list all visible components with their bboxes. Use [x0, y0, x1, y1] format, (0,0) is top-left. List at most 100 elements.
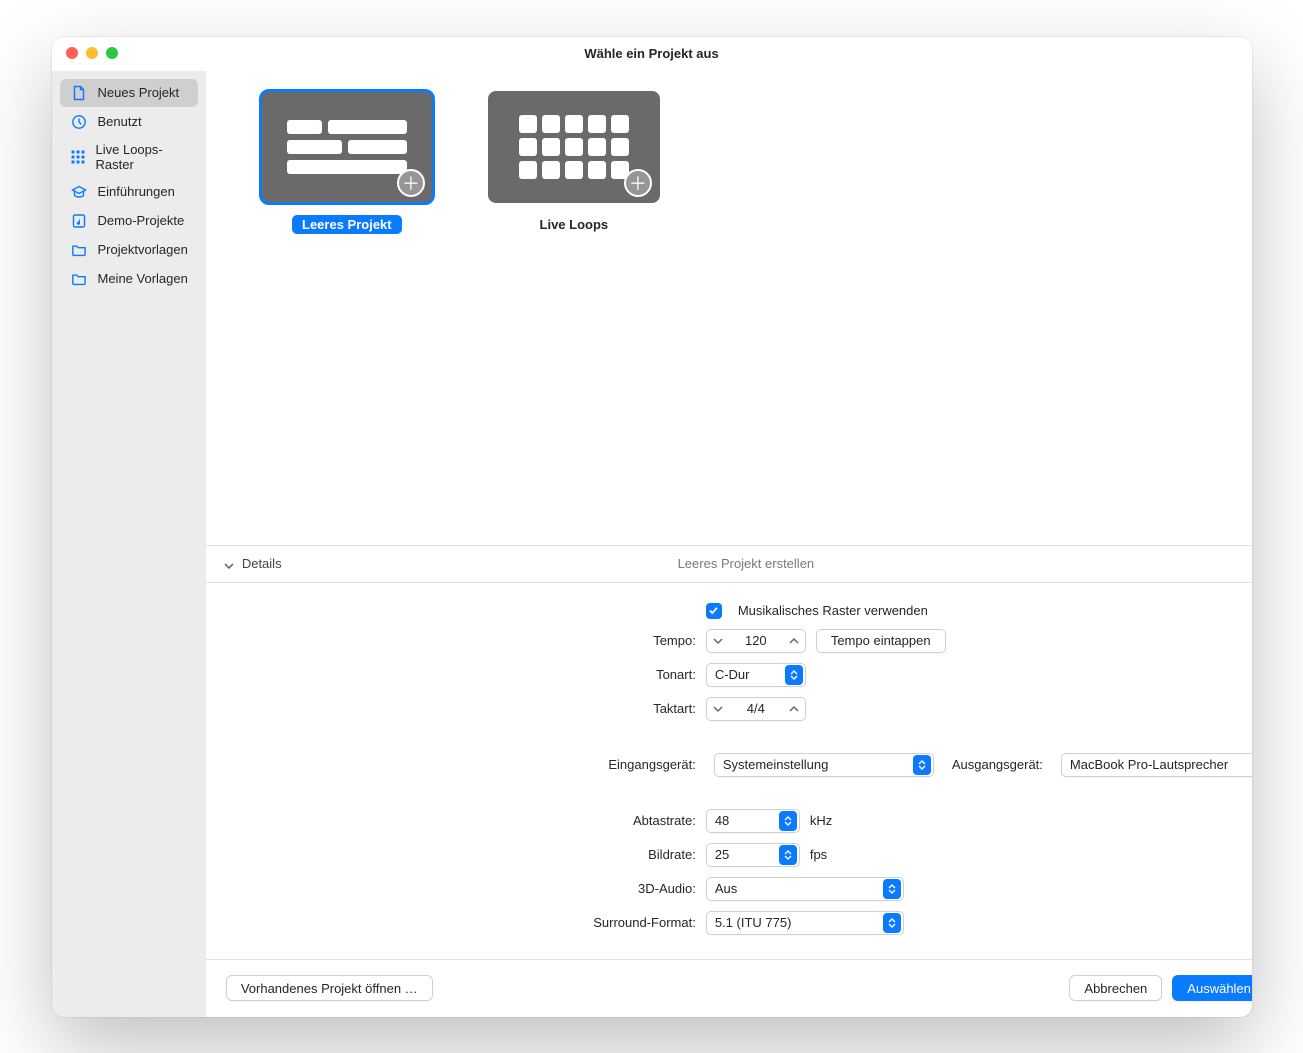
chevron-up-icon[interactable] — [783, 630, 805, 652]
use-grid-label: Musikalisches Raster verwenden — [738, 603, 928, 618]
key-select[interactable]: C-Dur — [706, 663, 806, 687]
row-io-devices: Eingangsgerät: Systemeinstellung Ausgang… — [206, 753, 1252, 777]
input-device-label: Eingangsgerät: — [206, 757, 696, 772]
sidebar-item-label: Meine Vorlagen — [98, 271, 188, 286]
output-device-select[interactable]: MacBook Pro-Lautsprecher — [1061, 753, 1252, 777]
open-existing-button[interactable]: Vorhandenes Projekt öffnen … — [226, 975, 433, 1001]
sidebar: Neues Projekt Benutzt Live Loops-Raster … — [52, 71, 206, 1017]
sidebar-item-new-project[interactable]: Neues Projekt — [60, 79, 198, 107]
sample-rate-label: Abtastrate: — [206, 813, 696, 828]
cancel-label: Abbrechen — [1084, 981, 1147, 996]
sidebar-item-label: Benutzt — [98, 114, 142, 129]
sample-rate-unit: kHz — [810, 813, 832, 828]
sidebar-item-recent[interactable]: Benutzt — [60, 108, 198, 136]
grid-icon — [70, 148, 86, 166]
open-existing-label: Vorhandenes Projekt öffnen … — [241, 981, 418, 996]
template-gallery: ＋ Leeres Projekt ＋ Live Loops — [206, 71, 1252, 545]
frame-rate-select[interactable]: 25 — [706, 843, 800, 867]
sidebar-item-label: Einführungen — [98, 184, 175, 199]
window-body: Neues Projekt Benutzt Live Loops-Raster … — [52, 71, 1252, 1017]
project-chooser-window: Wähle ein Projekt aus Neues Projekt Benu… — [52, 37, 1252, 1017]
audio3d-label: 3D-Audio: — [206, 881, 696, 896]
surround-select[interactable]: 5.1 (ITU 775) — [706, 911, 904, 935]
surround-label: Surround-Format: — [206, 915, 696, 930]
chevron-up-icon[interactable] — [783, 698, 805, 720]
sidebar-item-label: Demo-Projekte — [98, 213, 185, 228]
select-arrows-icon — [779, 811, 797, 831]
sidebar-item-label: Live Loops-Raster — [96, 142, 188, 172]
use-grid-checkbox[interactable] — [706, 603, 722, 619]
choose-label: Auswählen — [1187, 981, 1251, 996]
choose-button[interactable]: Auswählen — [1172, 975, 1251, 1001]
sidebar-item-tutorials[interactable]: Einführungen — [60, 178, 198, 206]
minimize-icon[interactable] — [86, 47, 98, 59]
details-form: Musikalisches Raster verwenden Tempo: 12… — [206, 583, 1252, 959]
titlebar: Wähle ein Projekt aus — [52, 37, 1252, 71]
sidebar-item-project-templates[interactable]: Projektvorlagen — [60, 236, 198, 264]
window-title: Wähle ein Projekt aus — [584, 46, 718, 61]
frame-rate-value: 25 — [715, 847, 779, 862]
time-sig-label: Taktart: — [206, 701, 696, 716]
sidebar-item-my-templates[interactable]: Meine Vorlagen — [60, 265, 198, 293]
footer: Vorhandenes Projekt öffnen … Abbrechen A… — [206, 959, 1252, 1017]
key-value: C-Dur — [715, 667, 785, 682]
sidebar-item-live-loops-grid[interactable]: Live Loops-Raster — [60, 137, 198, 177]
close-icon[interactable] — [66, 47, 78, 59]
sample-rate-select[interactable]: 48 — [706, 809, 800, 833]
output-device-label: Ausgangsgerät: — [952, 757, 1043, 772]
input-device-value: Systemeinstellung — [723, 757, 913, 772]
row-time-signature: Taktart: 4/4 — [206, 697, 1252, 721]
tap-tempo-label: Tempo eintappen — [831, 633, 931, 648]
audio3d-value: Aus — [715, 881, 883, 896]
sidebar-item-label: Projektvorlagen — [98, 242, 188, 257]
sidebar-item-label: Neues Projekt — [98, 85, 180, 100]
frame-rate-unit: fps — [810, 847, 827, 862]
select-arrows-icon — [785, 665, 803, 685]
template-empty-project[interactable]: ＋ Leeres Projekt — [261, 91, 433, 234]
row-use-musical-grid: Musikalisches Raster verwenden — [206, 603, 1252, 619]
folder-icon — [70, 241, 88, 259]
tempo-label: Tempo: — [206, 633, 696, 648]
select-arrows-icon — [883, 913, 901, 933]
template-thumbnail: ＋ — [261, 91, 433, 203]
maximize-icon[interactable] — [106, 47, 118, 59]
clock-icon — [70, 113, 88, 131]
audio3d-select[interactable]: Aus — [706, 877, 904, 901]
template-thumbnail: ＋ — [488, 91, 660, 203]
details-toggle[interactable]: Details — [224, 556, 282, 571]
chevron-down-icon — [224, 559, 234, 569]
details-bar: Details Leeres Projekt erstellen — [206, 545, 1252, 583]
folder-icon — [70, 270, 88, 288]
row-sample-rate: Abtastrate: 48 kHz — [206, 809, 1252, 833]
cancel-button[interactable]: Abbrechen — [1069, 975, 1162, 1001]
plus-icon: ＋ — [624, 169, 652, 197]
tempo-stepper[interactable]: 120 — [706, 629, 806, 653]
select-arrows-icon — [779, 845, 797, 865]
row-frame-rate: Bildrate: 25 fps — [206, 843, 1252, 867]
details-label: Details — [242, 556, 282, 571]
graduation-cap-icon — [70, 183, 88, 201]
time-sig-value: 4/4 — [729, 701, 783, 716]
template-label: Leeres Projekt — [292, 215, 402, 234]
row-surround-format: Surround-Format: 5.1 (ITU 775) — [206, 911, 1252, 935]
time-sig-stepper[interactable]: 4/4 — [706, 697, 806, 721]
details-subtitle: Leeres Projekt erstellen — [206, 556, 1252, 571]
tap-tempo-button[interactable]: Tempo eintappen — [816, 629, 946, 653]
template-live-loops[interactable]: ＋ Live Loops — [488, 91, 660, 234]
input-device-select[interactable]: Systemeinstellung — [714, 753, 934, 777]
chevron-down-icon[interactable] — [707, 698, 729, 720]
tempo-value: 120 — [729, 633, 783, 648]
row-tempo: Tempo: 120 Tempo eintappen — [206, 629, 1252, 653]
frame-rate-label: Bildrate: — [206, 847, 696, 862]
template-label: Live Loops — [530, 215, 619, 234]
select-arrows-icon — [913, 755, 931, 775]
row-key: Tonart: C-Dur — [206, 663, 1252, 687]
select-arrows-icon — [883, 879, 901, 899]
sidebar-item-demo-projects[interactable]: Demo-Projekte — [60, 207, 198, 235]
row-3d-audio: 3D-Audio: Aus — [206, 877, 1252, 901]
key-label: Tonart: — [206, 667, 696, 682]
chevron-down-icon[interactable] — [707, 630, 729, 652]
output-device-value: MacBook Pro-Lautsprecher — [1070, 757, 1252, 772]
surround-value: 5.1 (ITU 775) — [715, 915, 883, 930]
plus-icon: ＋ — [397, 169, 425, 197]
